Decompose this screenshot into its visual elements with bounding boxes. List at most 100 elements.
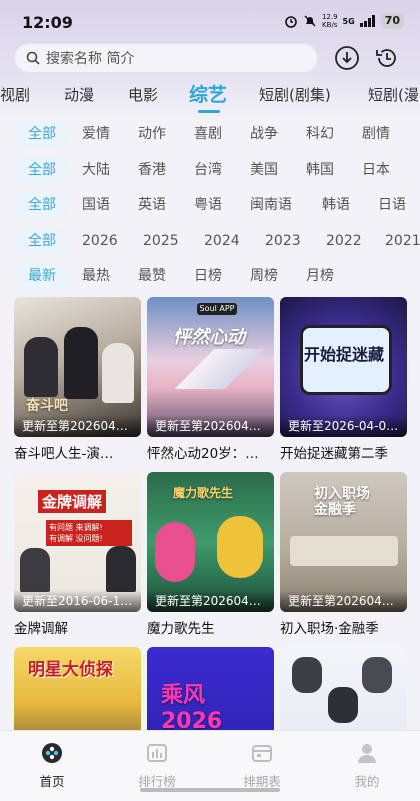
update-badge: 更新至第202604… (147, 415, 274, 437)
show-title: 开始捉迷藏第二季 (280, 446, 388, 462)
show-card[interactable]: 初入职场 金融季 更新至第202604… 初入职场·金融季 (280, 472, 407, 637)
chip-language[interactable]: 粤语 (194, 191, 222, 219)
search-bar[interactable]: 搜索名称 简介 (14, 43, 318, 73)
poster-title: 金牌调解 (38, 490, 107, 513)
update-badge: 更新至2016-06-1… (14, 590, 141, 612)
poster-title: 奋斗吧 (26, 398, 68, 414)
download-icon[interactable] (334, 45, 360, 71)
chip-genre[interactable]: 科幻 (306, 120, 334, 148)
chip-region[interactable]: 台湾 (194, 156, 222, 184)
chip-genre[interactable]: 喜剧 (194, 120, 222, 148)
nav-home[interactable]: 首页 (17, 741, 87, 790)
nav-label: 我的 (354, 774, 380, 789)
chip-year[interactable]: 2023 (265, 227, 301, 255)
poster-slogan: 有问题 来调解! 有调解 没问题! (46, 520, 132, 546)
chip-year[interactable]: 2022 (326, 227, 362, 255)
show-poster: 奋斗吧 更新至第202604… (14, 297, 141, 437)
active-tab-indicator (198, 110, 220, 113)
show-title: 奋斗吧人生-演… (14, 446, 114, 462)
network-speed: 12.9 KB/s (321, 13, 338, 29)
show-card[interactable]: 奋斗吧 更新至第202604… 奋斗吧人生-演… (14, 297, 141, 462)
show-title: 怦然心动20岁：… (147, 446, 259, 462)
poster-title: 魔力歌先生 (173, 486, 234, 500)
chip-genre[interactable]: 爱情 (82, 120, 110, 148)
sponsor-logo: Soul APP (197, 303, 237, 315)
poster-title: 明星大侦探 (28, 660, 113, 680)
show-title: 魔力歌先生 (147, 621, 215, 637)
chip-region-all[interactable]: 全部 (14, 156, 70, 184)
alarm-icon (285, 16, 297, 28)
show-card[interactable]: 开始捉迷藏 更新至2026-04-0… 开始捉迷藏第二季 (280, 297, 407, 462)
tab-anime[interactable]: 动漫 (64, 84, 94, 105)
chip-sort[interactable]: 周榜 (250, 262, 278, 290)
chip-language[interactable]: 韩语 (322, 191, 350, 219)
show-poster: 开始捉迷藏 更新至2026-04-0… (280, 297, 407, 437)
show-card[interactable]: Soul APP 怦然心动 更新至第202604… 怦然心动20岁：… (147, 297, 274, 462)
update-badge: 更新至2026-04-0… (280, 415, 407, 437)
chip-genre-all[interactable]: 全部 (14, 120, 70, 148)
tab-tv[interactable]: 视剧 (0, 84, 30, 105)
battery-indicator: 70 (380, 13, 404, 29)
chip-region[interactable]: 香港 (138, 156, 166, 184)
home-indicator (140, 788, 280, 792)
poster-title: 开始捉迷藏 (304, 345, 385, 364)
tab-short-series[interactable]: 短剧(剧集) (259, 84, 331, 105)
chip-genre[interactable]: 动作 (138, 120, 166, 148)
bar-chart-icon (147, 744, 167, 762)
chip-language[interactable]: 日语 (378, 191, 406, 219)
tab-short-anime[interactable]: 短剧(漫 (368, 84, 419, 105)
show-card[interactable]: 魔力歌先生 更新至第202604… 魔力歌先生 (147, 472, 274, 637)
nav-profile[interactable]: 我的 (332, 741, 402, 790)
chip-year-all[interactable]: 全部 (14, 227, 70, 255)
filter-sort: 最新 最热 最赞 日榜 周榜 月榜 (0, 262, 420, 290)
status-time: 12:09 (22, 13, 73, 32)
chip-sort[interactable]: 最赞 (138, 262, 166, 290)
poster-title: 怦然心动 (173, 327, 245, 348)
chip-region[interactable]: 大陆 (82, 156, 110, 184)
nav-ranking[interactable]: 排行榜 (122, 741, 192, 790)
history-icon[interactable] (374, 45, 400, 71)
chip-sort[interactable]: 月榜 (306, 262, 334, 290)
poster-title: 初入职场 金融季 (314, 486, 370, 518)
calendar-icon (252, 745, 272, 762)
search-placeholder: 搜索名称 简介 (46, 51, 135, 67)
gamepad-icon (42, 743, 62, 763)
nav-schedule[interactable]: 排期表 (227, 741, 297, 790)
chip-sort-latest[interactable]: 最新 (14, 262, 70, 290)
tab-movie[interactable]: 电影 (128, 84, 158, 105)
show-poster: 魔力歌先生 更新至第202604… (147, 472, 274, 612)
chip-year[interactable]: 2021 (385, 227, 420, 255)
status-icons: 12.9 KB/s 5G 70 (284, 13, 404, 29)
update-badge: 更新至第202604… (147, 590, 274, 612)
show-poster: 金牌调解 有问题 来调解! 有调解 没问题! 更新至2016-06-1… (14, 472, 141, 612)
update-badge: 更新至第202604… (280, 590, 407, 612)
poster-title: 乘风 2026 (161, 683, 223, 734)
filter-genre: 全部 爱情 动作 喜剧 战争 科幻 剧情 (0, 120, 420, 148)
chip-genre[interactable]: 战争 (250, 120, 278, 148)
tab-variety[interactable]: 综艺 (189, 80, 227, 107)
mute-icon (304, 15, 316, 27)
chip-year[interactable]: 2025 (143, 227, 179, 255)
chip-genre[interactable]: 剧情 (362, 120, 390, 148)
chip-language[interactable]: 英语 (138, 191, 166, 219)
chip-year[interactable]: 2024 (204, 227, 240, 255)
show-poster: 初入职场 金融季 更新至第202604… (280, 472, 407, 612)
update-badge: 更新至第202604… (14, 415, 141, 437)
user-icon (358, 744, 376, 763)
chip-language-all[interactable]: 全部 (14, 191, 70, 219)
show-poster: Soul APP 怦然心动 更新至第202604… (147, 297, 274, 437)
signal-icon (359, 15, 375, 27)
nav-label: 首页 (39, 774, 65, 789)
filter-region: 全部 大陆 香港 台湾 美国 韩国 日本 (0, 156, 420, 184)
chip-region[interactable]: 日本 (362, 156, 390, 184)
chip-region[interactable]: 美国 (250, 156, 278, 184)
chip-year[interactable]: 2026 (82, 227, 118, 255)
chip-sort[interactable]: 日榜 (194, 262, 222, 290)
chip-sort[interactable]: 最热 (82, 262, 110, 290)
chip-language[interactable]: 闽南语 (250, 191, 292, 219)
chip-region[interactable]: 韩国 (306, 156, 334, 184)
show-card[interactable]: 金牌调解 有问题 来调解! 有调解 没问题! 更新至2016-06-1… 金牌调解 (14, 472, 141, 637)
chip-language[interactable]: 国语 (82, 191, 110, 219)
show-title: 金牌调解 (14, 621, 68, 637)
status-bar: 12:09 12.9 KB/s 5G 70 (0, 0, 420, 44)
